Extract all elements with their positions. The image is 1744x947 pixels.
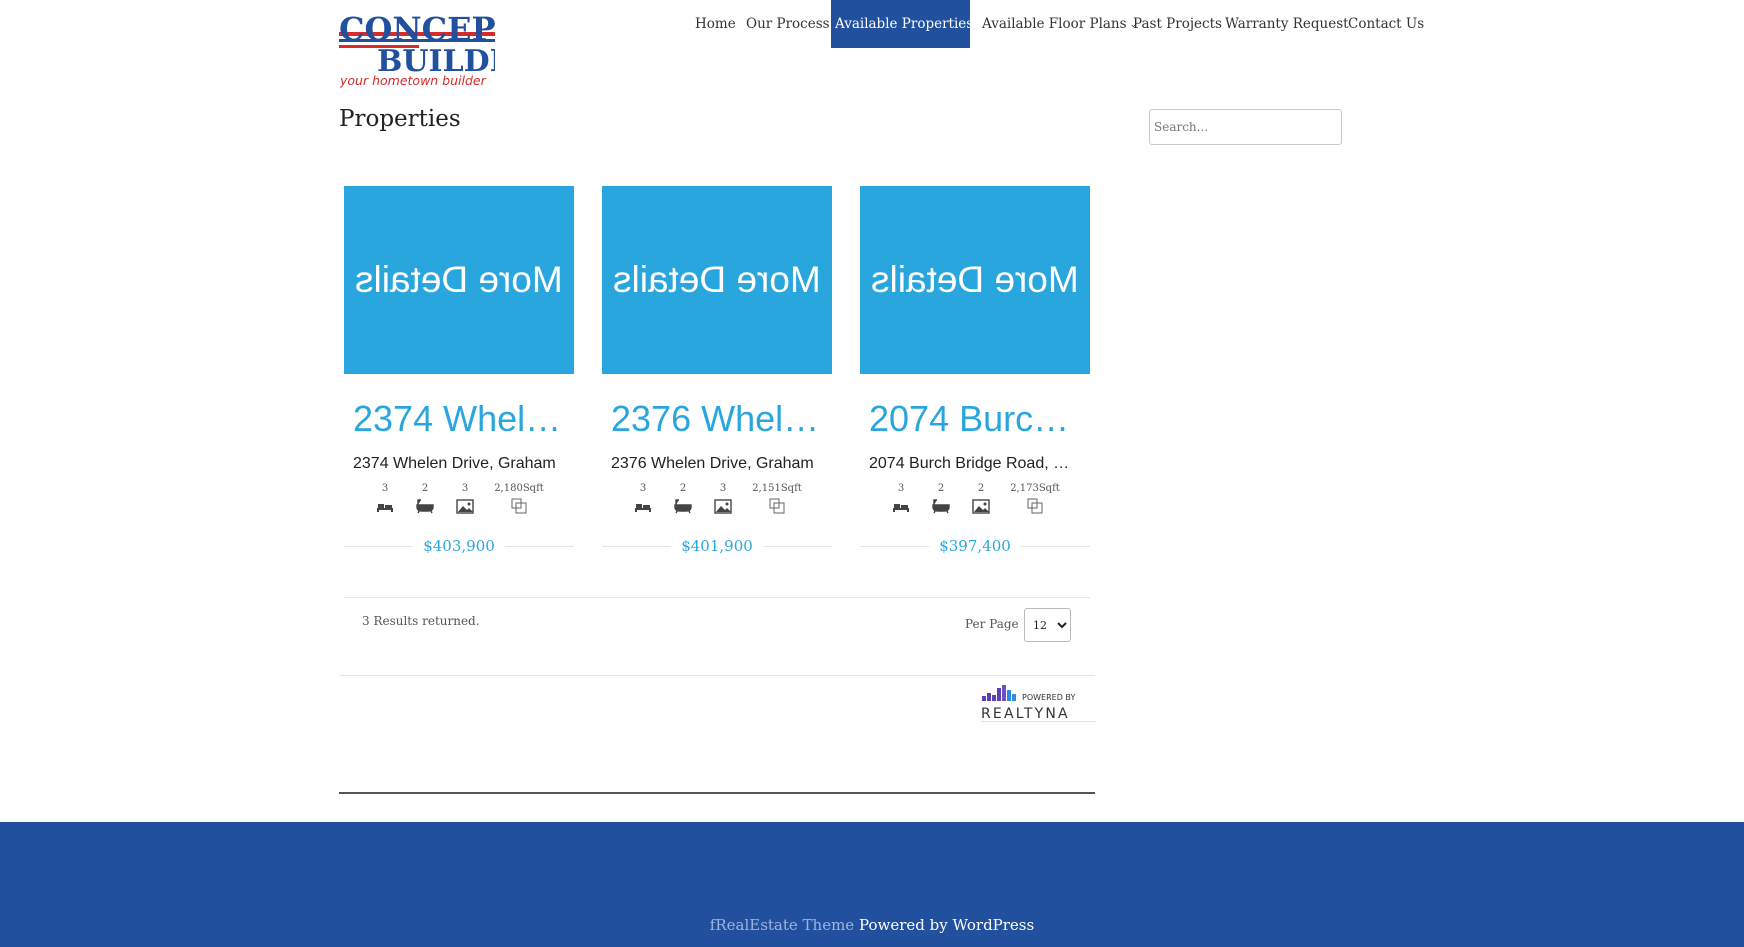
more-details-text: More Details [355,259,563,300]
photo-icon [456,499,474,514]
property-price: $401,900 [671,537,763,555]
logo-tagline: your hometown builder [339,73,487,88]
baths-spec: 2 [930,482,952,514]
powered-by-realtyna[interactable]: POWERED BY REALTYNA [981,684,1096,724]
nav-contact-us-label: Contact Us [1348,16,1425,32]
results-count: 3 Results returned. [362,614,480,628]
photos-spec: 2 [970,482,992,514]
more-details-text: More Details [871,259,1079,300]
property-title[interactable]: 2074 Burch Bridge Road [869,397,1081,441]
baths-count: 2 [421,483,429,494]
property-specs: 3 2 2 2,173Sqft [860,482,1090,514]
property-card: More Details 2376 Whelen Drive 2376 Whel… [602,186,832,556]
bed-icon [377,504,393,512]
beds-spec: 3 [890,482,912,514]
realtyna-logo: POWERED BY REALTYNA [981,685,1096,722]
nav-contact-us[interactable]: Contact Us [1344,0,1428,48]
baths-spec: 2 [414,482,436,514]
area-value: 2,173Sqft [1010,483,1060,494]
baths-count: 2 [679,483,687,494]
baths-spec: 2 [672,482,694,514]
property-title[interactable]: 2374 Whelen Drive [353,397,565,441]
wordpress-link[interactable]: Powered by WordPress [859,916,1034,934]
footer-credits: fRealEstate Theme Powered by WordPress [0,916,1744,934]
bed-icon [635,504,651,512]
photos-count: 3 [461,483,469,494]
bath-icon [416,499,434,514]
photos-spec: 3 [454,482,476,514]
property-price: $403,900 [413,537,505,555]
photo-icon [714,499,732,514]
property-price: $397,400 [929,537,1021,555]
photos-count: 3 [719,483,727,494]
area-icon [511,498,527,514]
photos-count: 2 [977,483,985,494]
property-address: 2376 Whelen Drive, Graham [611,455,814,472]
property-specs: 3 2 3 2,151Sqft [602,482,832,514]
property-specs: 3 2 3 2,180Sqft [344,482,574,514]
nav-available-floor-plans-label: Available Floor Plans [982,16,1127,32]
property-card: More Details 2074 Burch Bridge Road 2074… [860,186,1090,556]
nav-our-process[interactable]: Our Process [742,0,834,48]
nav-available-properties[interactable]: Available Properties ⌄ [831,0,984,48]
property-address: 2074 Burch Bridge Road, Graham [869,455,1081,472]
nav-home-label: Home [695,16,736,32]
per-page-label: Per Page [965,617,1019,631]
nav-past-projects-label: Past Projects [1133,16,1222,32]
photos-spec: 3 [712,482,734,514]
beds-count: 3 [639,483,647,494]
nav-available-properties-label: Available Properties [835,16,974,32]
price-row: $397,400 [860,536,1090,556]
bath-icon [674,499,692,514]
per-page-select[interactable]: 12 [1024,608,1071,642]
page-title: Properties [339,106,461,132]
area-icon [769,498,785,514]
nav-warranty-request-label: Warranty Request [1225,16,1349,32]
nav-our-process-label: Our Process [746,16,830,32]
baths-count: 2 [937,483,945,494]
nav-warranty-request[interactable]: Warranty Request [1221,0,1353,48]
property-title[interactable]: 2376 Whelen Drive [611,397,823,441]
area-value: 2,151Sqft [752,483,802,494]
property-thumbnail[interactable]: More Details [860,186,1090,374]
area-spec: 2,173Sqft [1010,482,1060,514]
beds-count: 3 [381,483,389,494]
bath-icon [932,499,950,514]
price-row: $401,900 [602,536,832,556]
main-nav: Home Our Process Available Properties ⌄ A… [0,0,1744,48]
area-value: 2,180Sqft [494,483,544,494]
realtyna-text: REALTYNA [981,706,1070,722]
area-spec: 2,151Sqft [752,482,802,514]
area-spec: 2,180Sqft [494,482,544,514]
content-bottom-divider [339,792,1095,794]
divider [339,675,1095,676]
beds-spec: 3 [374,482,396,514]
area-icon [1027,498,1043,514]
price-row: $403,900 [344,536,574,556]
property-thumbnail[interactable]: More Details [602,186,832,374]
more-details-text: More Details [613,259,821,300]
beds-count: 3 [897,483,905,494]
theme-link[interactable]: fRealEstate Theme [710,916,854,934]
results-bar: 3 Results returned. Per Page 12 [344,597,1090,647]
beds-spec: 3 [632,482,654,514]
search-input[interactable] [1149,109,1342,145]
site-footer: fRealEstate Theme Powered by WordPress [0,822,1744,947]
photo-icon [972,499,990,514]
property-address: 2374 Whelen Drive, Graham [353,455,556,472]
property-thumbnail[interactable]: More Details [344,186,574,374]
powered-by-text: POWERED BY [1022,693,1075,702]
nav-past-projects[interactable]: Past Projects [1129,0,1226,48]
property-card: More Details 2374 Whelen Drive 2374 Whel… [344,186,574,556]
nav-available-floor-plans[interactable]: Available Floor Plans ⌄ [978,0,1141,48]
bed-icon [893,504,909,512]
nav-home[interactable]: Home [691,0,740,48]
